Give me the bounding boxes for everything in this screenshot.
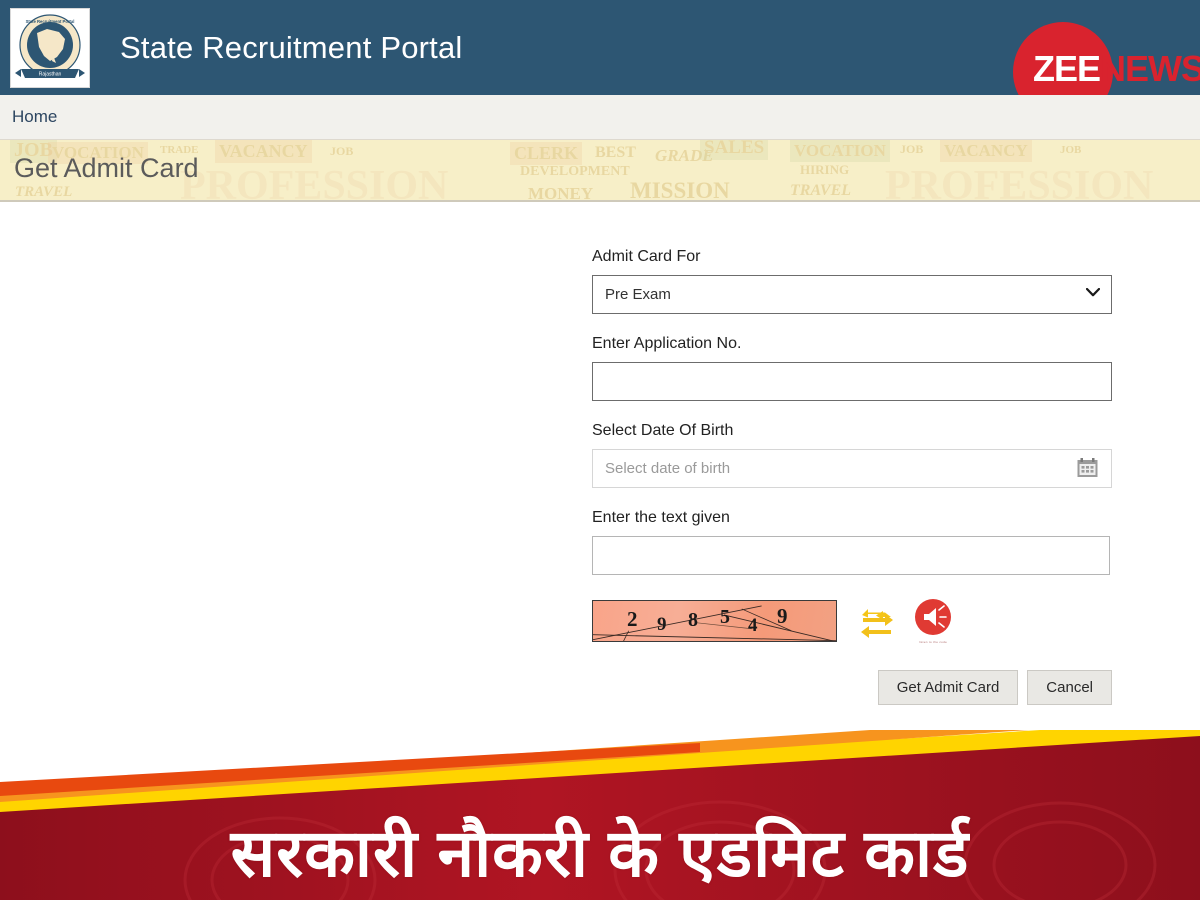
captcha-audio-button[interactable]: listen to the code xyxy=(913,597,953,644)
application-no-input[interactable] xyxy=(592,362,1112,401)
refresh-arrows-icon[interactable] xyxy=(859,603,895,639)
svg-text:Rajasthan: Rajasthan xyxy=(39,71,62,77)
breadcrumb-home-link[interactable]: Home xyxy=(12,107,57,127)
field-date-of-birth: Select Date Of Birth xyxy=(592,422,1112,488)
captcha-row: 2 9 8 5 4 9 listen to the code xyxy=(592,597,1112,644)
site-header: State Recruitment Portal Rajasthan State… xyxy=(0,0,1200,122)
get-admit-card-button[interactable]: Get Admit Card xyxy=(877,670,1019,705)
captcha-digit: 8 xyxy=(688,608,698,631)
admit-card-for-label: Admit Card For xyxy=(592,248,701,265)
page-root: State Recruitment Portal Rajasthan State… xyxy=(0,0,1200,900)
field-application-no: Enter Application No. xyxy=(592,335,1112,401)
cancel-button[interactable]: Cancel xyxy=(1027,670,1112,705)
breadcrumb: Home xyxy=(0,95,1200,140)
portal-logo: State Recruitment Portal Rajasthan xyxy=(10,7,90,88)
audio-caption: listen to the code xyxy=(918,640,948,644)
svg-text:State Recruitment Portal: State Recruitment Portal xyxy=(26,19,75,24)
form-buttons: Get Admit Card Cancel xyxy=(592,670,1112,705)
captcha-digit: 5 xyxy=(720,605,730,628)
field-captcha-text: Enter the text given xyxy=(592,509,1112,575)
bottom-promo-banner: सरकारी नौकरी के एडमिट कार्ड xyxy=(0,730,1200,900)
banner-headline: सरकारी नौकरी के एडमिट कार्ड xyxy=(230,815,970,890)
captcha-text-label: Enter the text given xyxy=(592,509,730,526)
page-title: Get Admit Card xyxy=(14,153,199,183)
captcha-image: 2 9 8 5 4 9 xyxy=(592,599,837,642)
rajasthan-emblem-icon: State Recruitment Portal Rajasthan xyxy=(15,13,85,78)
zee-news-wordmark: ZEENEWS xyxy=(1033,48,1200,90)
admit-card-form: Admit Card For Pre Exam Enter Applicatio… xyxy=(592,248,1112,705)
application-no-label: Enter Application No. xyxy=(592,335,742,352)
date-of-birth-input[interactable] xyxy=(592,449,1112,488)
captcha-digit: 2 xyxy=(627,606,638,631)
admit-card-for-select[interactable]: Pre Exam xyxy=(592,275,1112,314)
page-title-banner: JOB VOCATION TRADE VACANCY JOB CLERK BES… xyxy=(0,140,1200,202)
zee-word: ZEE xyxy=(1033,48,1101,89)
audio-megaphone-icon[interactable] xyxy=(913,597,953,637)
captcha-digit: 4 xyxy=(748,614,758,636)
site-title: State Recruitment Portal xyxy=(120,29,463,65)
field-admit-card-for: Admit Card For Pre Exam xyxy=(592,248,1112,314)
calendar-icon[interactable] xyxy=(1077,458,1098,478)
date-of-birth-label: Select Date Of Birth xyxy=(592,422,734,439)
captcha-digit: 9 xyxy=(657,613,667,635)
news-word: NEWS xyxy=(1100,48,1200,89)
captcha-digit: 9 xyxy=(777,603,788,628)
captcha-digits: 2 9 8 5 4 9 xyxy=(593,601,836,641)
captcha-text-input[interactable] xyxy=(592,536,1110,575)
